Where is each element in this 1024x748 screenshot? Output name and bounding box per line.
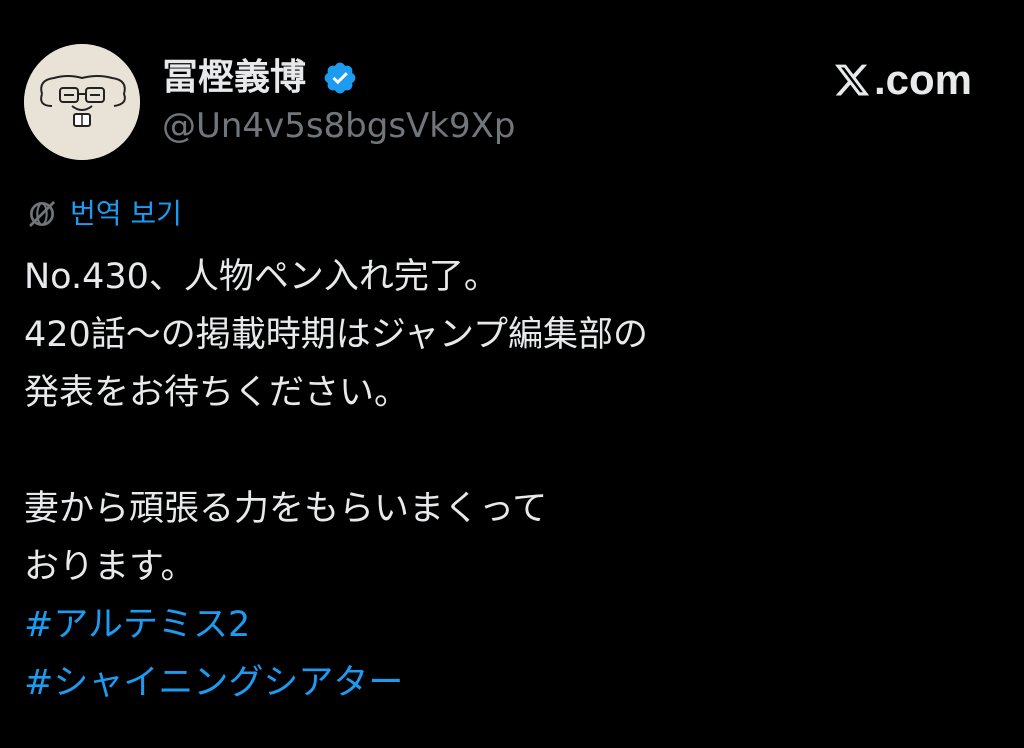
tweet-line [24, 422, 1004, 480]
hashtag-link[interactable]: #シャイニングシアター [24, 654, 1004, 712]
x-logo-icon [834, 64, 870, 96]
doodle-face-avatar [24, 44, 140, 160]
tweet-line: 420話～の掲載時期はジャンプ編集部の [24, 315, 649, 355]
translate-link[interactable]: 번역 보기 [26, 196, 182, 232]
tweet-line: 妻から頑張る力をもらいまくって [24, 489, 548, 529]
user-handle[interactable]: @Un4v5s8bgsVk9Xp [162, 106, 516, 146]
translate-label: 번역 보기 [70, 197, 182, 230]
domain-suffix: .com [874, 56, 973, 103]
tweet-line: おります。 [24, 547, 196, 587]
tweet-line: 発表をお待ちください。 [24, 373, 410, 413]
x-com-brand: .com [832, 58, 972, 102]
tweet-line: No.430、人物ペン入れ完了。 [24, 257, 499, 297]
display-name[interactable]: 冨樫義博 [162, 58, 306, 98]
tweet-text: No.430、人物ペン入れ完了。 420話～の掲載時期はジャンプ編集部の 発表を… [24, 248, 1004, 712]
verified-badge-icon [322, 60, 358, 96]
avatar[interactable] [24, 44, 140, 160]
hashtag-link[interactable]: #アルテミス2 [24, 596, 1004, 654]
globe-slash-icon [29, 201, 55, 227]
